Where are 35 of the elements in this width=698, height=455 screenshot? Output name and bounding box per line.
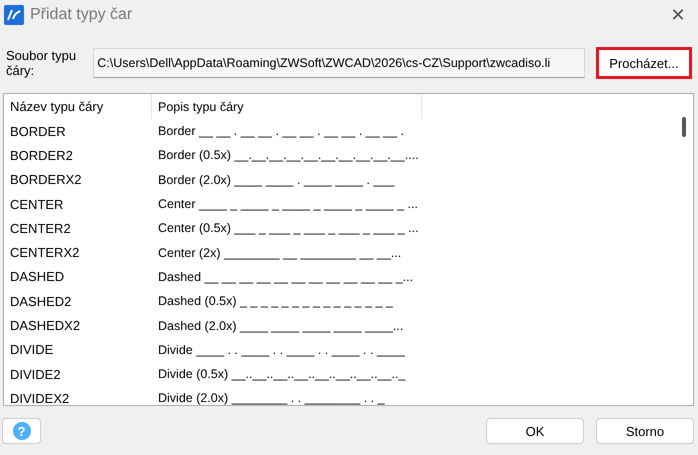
linetype-description[interactable]: Divide (0.5x) __..__..__..__..__..__..__..__.._: [152, 367, 422, 382]
linetype-description[interactable]: Center ____ _ ____ _ ____ _ ____ _ ____ _ ...: [152, 197, 422, 212]
linetype-name[interactable]: DASHEDX2: [4, 318, 152, 334]
browse-button[interactable]: Procházet...: [596, 47, 692, 79]
dialog-button[interactable]: Storno: [596, 418, 694, 444]
linetype-name[interactable]: DIVIDE2: [4, 366, 152, 382]
column-header[interactable]: Popis typu čáry: [152, 94, 422, 119]
linetype-name[interactable]: CENTER2: [4, 220, 152, 236]
linetype-description[interactable]: Border __ __ . __ __ . __ __ . __ __ . __ __ .: [152, 124, 422, 138]
file-label: Soubor typu čáry:: [6, 48, 78, 78]
linetype-name[interactable]: DASHED: [4, 269, 152, 284]
window-title: Přidat typy čar: [30, 6, 134, 24]
linetype-description[interactable]: Border (0.5x) __.__.__.__.__.__.__.__.__.__....: [152, 148, 422, 162]
scrollbar-thumb[interactable]: [682, 117, 686, 137]
linetype-name[interactable]: CENTER: [4, 196, 152, 212]
linetype-description[interactable]: Center (0.5x) ___ _ ___ _ ___ _ ___ _ ___ _ ...: [152, 221, 422, 236]
linetype-description[interactable]: Border (2.0x) ____ ____ . ____ ____ . ___: [152, 172, 422, 187]
linetype-name[interactable]: DIVIDEX2: [4, 390, 152, 405]
linetype-description[interactable]: Dashed (2.0x) ____ ____ ____ ____ ____...: [152, 318, 422, 333]
linetype-name[interactable]: BORDER: [4, 124, 152, 139]
linetype-name[interactable]: BORDER2: [4, 148, 152, 163]
linetype-name[interactable]: BORDERX2: [4, 172, 152, 188]
close-button[interactable]: ✕: [658, 0, 698, 30]
linetype-description[interactable]: Divide (2.0x) ________ . . ________ . . _: [152, 391, 422, 405]
linetype-description[interactable]: Dashed (0.5x) _ _ _ _ _ _ _ _ _ _ _ _ _ _ _: [152, 294, 422, 308]
column-header[interactable]: Název typu čáry: [4, 94, 152, 119]
linetype-description[interactable]: Divide ____ . . ____ . . ____ . . ____ . . ____: [152, 342, 422, 357]
path-field[interactable]: C:\Users\Dell\AppData\Roaming\ZWSoft\ZWCAD\2026\cs-CZ\Support\zwcadiso.li: [93, 48, 585, 78]
dialog-button[interactable]: OK: [486, 418, 584, 444]
linetype-name[interactable]: DIVIDE: [4, 342, 152, 358]
linetype-name[interactable]: CENTERX2: [4, 245, 152, 260]
linetype-description[interactable]: Center (2x) ________ __ ________ __ __...: [152, 246, 422, 260]
linetype-name[interactable]: DASHED2: [4, 294, 152, 309]
app-logo-icon: [4, 5, 24, 25]
linetype-description[interactable]: Dashed __ __ __ __ __ __ __ __ __ __ __ _...: [152, 270, 422, 284]
